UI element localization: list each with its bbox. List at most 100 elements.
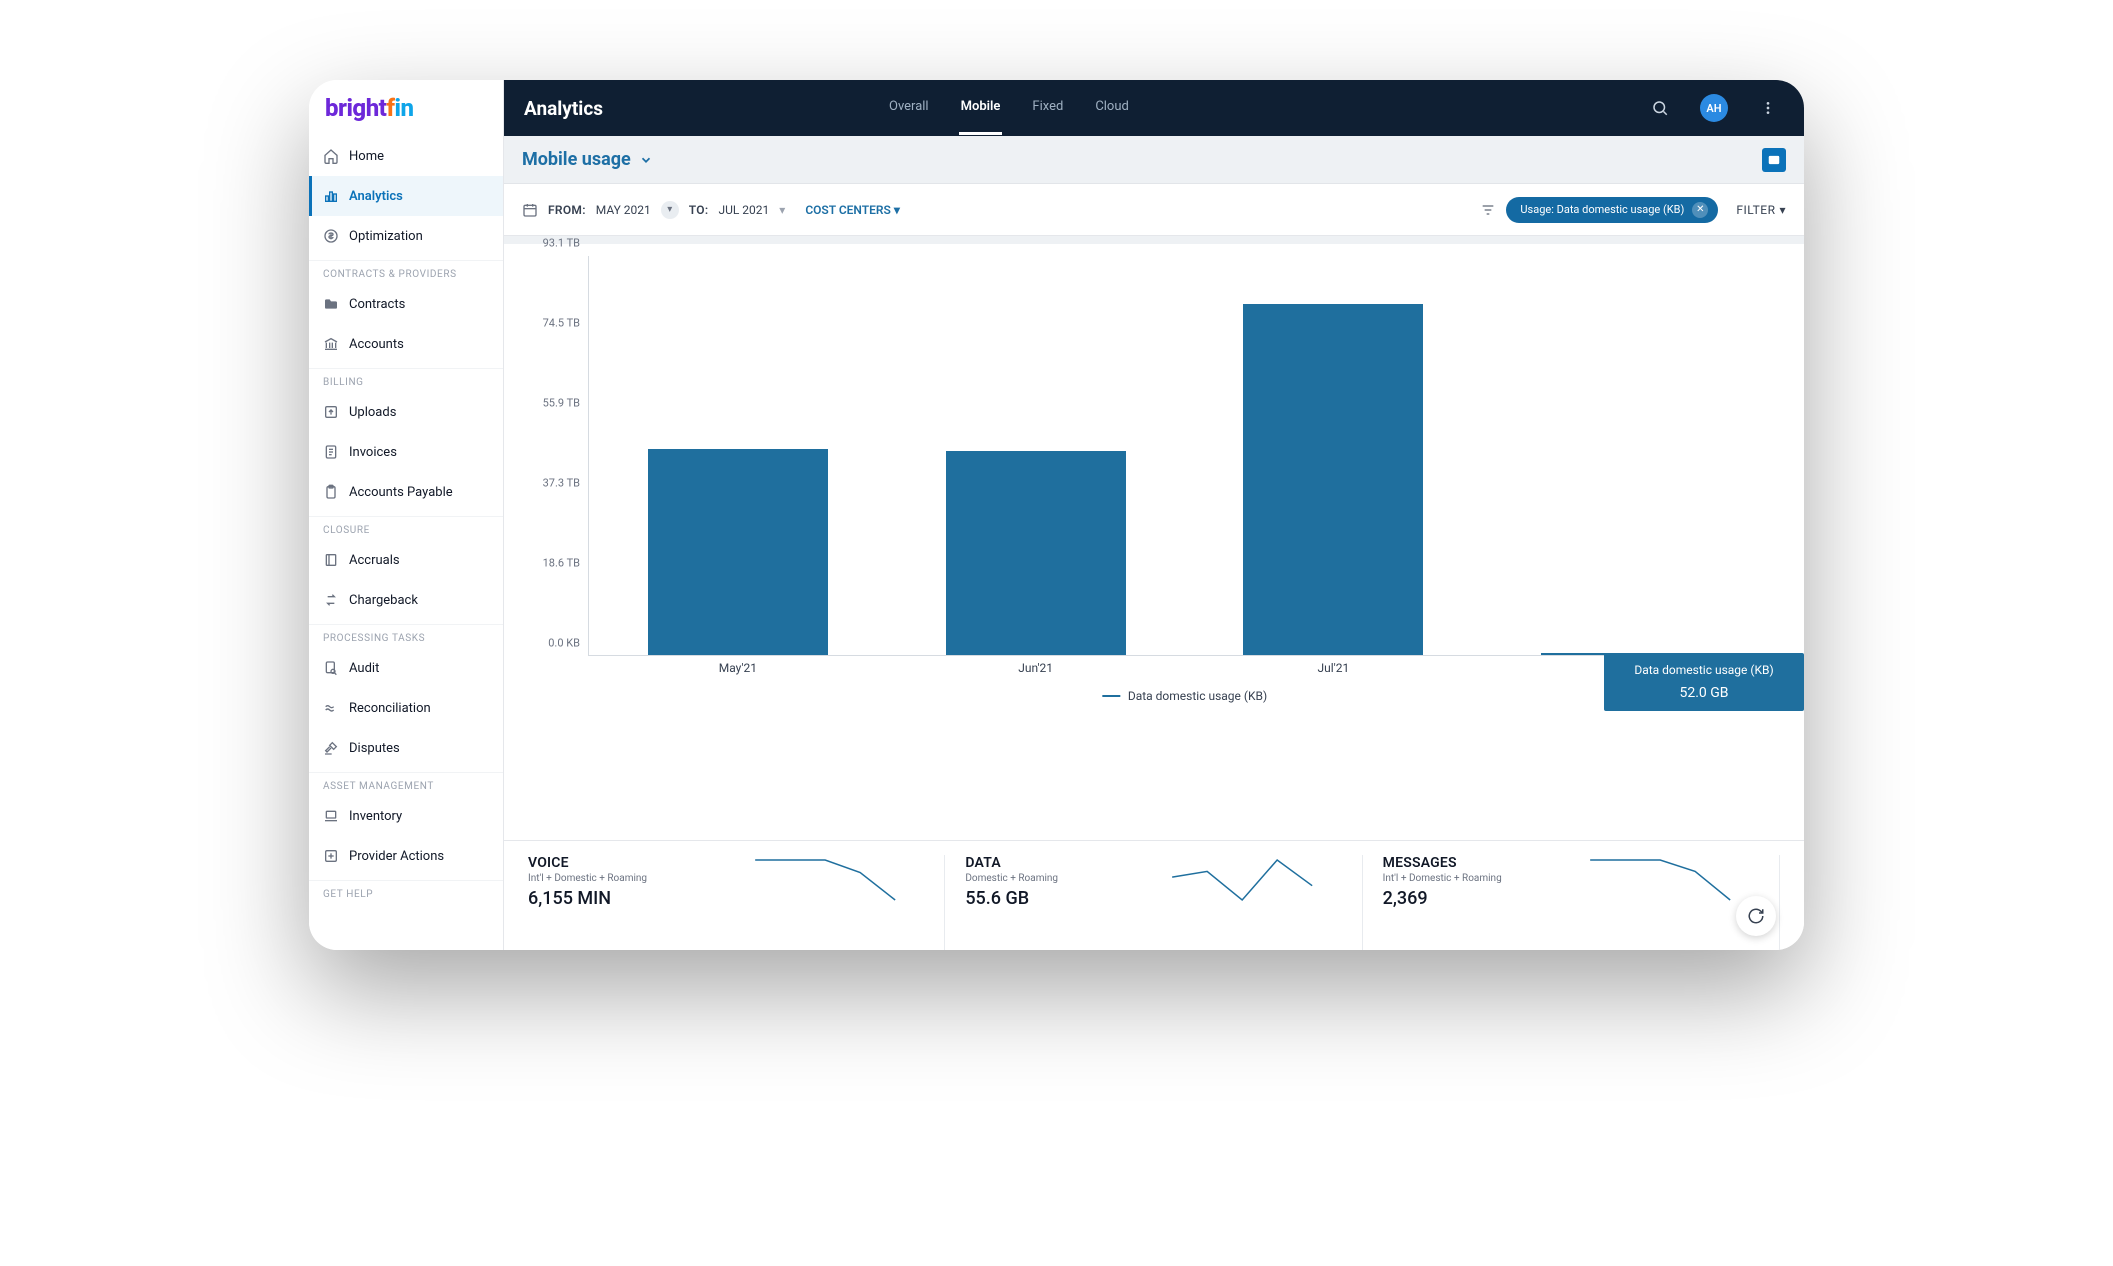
- chart-bar[interactable]: [648, 449, 828, 655]
- sidebar-item-label: Reconciliation: [349, 701, 431, 716]
- sidebar-item-label: Chargeback: [349, 593, 418, 608]
- sidebar-item-label: Accounts: [349, 337, 404, 352]
- sidebar-item-uploads[interactable]: Uploads: [309, 392, 503, 432]
- sidebar-item-provider-actions[interactable]: Provider Actions: [309, 836, 503, 876]
- to-label: TO:: [689, 203, 709, 217]
- sparkline: [726, 855, 924, 905]
- search-doc-icon: [323, 660, 339, 676]
- cost-centers-label: COST CENTERS: [805, 203, 891, 217]
- x-tick: Jul'21: [1318, 661, 1350, 675]
- sidebar-item-audit[interactable]: Audit: [309, 648, 503, 688]
- sidebar-section-title: ASSET MANAGEMENT: [309, 772, 503, 796]
- y-tick: 93.1 TB: [543, 237, 580, 250]
- sidebar-item-label: Home: [349, 149, 384, 164]
- sidebar-item-contracts[interactable]: Contracts: [309, 284, 503, 324]
- kpi-subtitle: Int'l + Domestic + Roaming: [528, 873, 708, 884]
- y-tick: 55.9 TB: [543, 397, 580, 410]
- kpi-title: VOICE: [528, 855, 708, 871]
- x-tick: Jun'21: [1018, 661, 1053, 675]
- kpi-subtitle: Domestic + Roaming: [965, 873, 1125, 884]
- kpi-subtitle: Int'l + Domestic + Roaming: [1383, 873, 1543, 884]
- layout-toggle-icon[interactable]: [1762, 148, 1786, 172]
- dollar-icon: [323, 228, 339, 244]
- kpi-card-data[interactable]: DATA Domestic + Roaming 55.6 GB: [945, 855, 1362, 950]
- sidebar-item-label: Accounts Payable: [349, 485, 453, 500]
- sidebar-item-analytics[interactable]: Analytics: [309, 176, 503, 216]
- sidebar-item-label: Audit: [349, 661, 379, 676]
- chart-bar[interactable]: [946, 451, 1126, 655]
- gavel-icon: [323, 740, 339, 756]
- tooltip-value: 52.0 GB: [1622, 685, 1786, 701]
- chart-bar[interactable]: [1243, 304, 1423, 655]
- calendar-icon[interactable]: [522, 202, 538, 218]
- tab-cloud[interactable]: Cloud: [1093, 81, 1131, 135]
- brand-logo: brightfin: [309, 80, 503, 136]
- sidebar-item-disputes[interactable]: Disputes: [309, 728, 503, 768]
- chevron-down-icon[interactable]: [639, 153, 653, 167]
- avatar[interactable]: AH: [1700, 94, 1728, 122]
- sidebar-item-accounts-payable[interactable]: Accounts Payable: [309, 472, 503, 512]
- sidebar-item-label: Optimization: [349, 229, 423, 244]
- reverse-icon: [323, 592, 339, 608]
- from-dropdown-icon[interactable]: ▾: [661, 201, 679, 219]
- kpi-card-voice[interactable]: VOICE Int'l + Domestic + Roaming 6,155 M…: [528, 855, 945, 950]
- tooltip-title: Data domestic usage (KB): [1622, 663, 1786, 677]
- subheader: Mobile usage: [504, 136, 1804, 184]
- sidebar-item-chargeback[interactable]: Chargeback: [309, 580, 503, 620]
- cost-centers-dropdown[interactable]: COST CENTERS ▾: [805, 203, 900, 217]
- sparkline: [1561, 855, 1759, 905]
- sidebar-item-invoices[interactable]: Invoices: [309, 432, 503, 472]
- chart-legend: Data domestic usage (KB): [1102, 689, 1267, 703]
- sidebar-section-title: CONTRACTS & PROVIDERS: [309, 260, 503, 284]
- divider-strip: [504, 236, 1804, 244]
- plus-box-icon: [323, 848, 339, 864]
- close-icon[interactable]: ✕: [1692, 202, 1708, 218]
- chart-plot[interactable]: May'21Jun'21Jul'21Current Data domestic …: [588, 256, 1780, 656]
- page-title: Analytics: [524, 97, 603, 120]
- filter-button[interactable]: FILTER ▾: [1736, 203, 1786, 217]
- refresh-button[interactable]: [1736, 896, 1776, 936]
- chart-bar[interactable]: [1541, 653, 1721, 655]
- sidebar-item-accounts[interactable]: Accounts: [309, 324, 503, 364]
- subheader-title[interactable]: Mobile usage: [522, 149, 631, 170]
- sidebar-item-inventory[interactable]: Inventory: [309, 796, 503, 836]
- topbar: Analytics Overall Mobile Fixed Cloud AH: [504, 80, 1804, 136]
- kebab-menu-icon[interactable]: [1752, 92, 1784, 124]
- sidebar-item-reconciliation[interactable]: Reconciliation: [309, 688, 503, 728]
- sidebar-item-label: Inventory: [349, 809, 402, 824]
- sidebar-item-accruals[interactable]: Accruals: [309, 540, 503, 580]
- filter-row: FROM: MAY 2021 ▾ TO: JUL 2021 ▾ COST CEN…: [504, 184, 1804, 236]
- kpi-title: DATA: [965, 855, 1125, 871]
- y-tick: 74.5 TB: [543, 317, 580, 330]
- brand-part1: bright: [325, 94, 386, 122]
- folder-icon: [323, 296, 339, 312]
- chart-area: 0.0 KB18.6 TB37.3 TB55.9 TB74.5 TB93.1 T…: [504, 244, 1804, 778]
- sidebar-item-label: Disputes: [349, 741, 400, 756]
- approx-icon: [323, 700, 339, 716]
- kpi-card-messages[interactable]: MESSAGES Int'l + Domestic + Roaming 2,36…: [1363, 855, 1780, 950]
- sidebar-item-label: Analytics: [349, 189, 403, 204]
- x-axis-labels: May'21Jun'21Jul'21Current: [589, 661, 1780, 681]
- tab-overall[interactable]: Overall: [887, 81, 931, 135]
- funnel-icon[interactable]: [1480, 202, 1496, 218]
- sidebar-section-title: CLOSURE: [309, 516, 503, 540]
- y-tick: 37.3 TB: [543, 477, 580, 490]
- sidebar: brightfin Home Analytics Optimization CONT…: [309, 80, 504, 950]
- y-axis: 0.0 KB18.6 TB37.3 TB55.9 TB74.5 TB93.1 T…: [528, 256, 588, 656]
- search-icon[interactable]: [1644, 92, 1676, 124]
- sidebar-section-title: GET HELP: [309, 880, 503, 904]
- filter-button-label: FILTER: [1736, 203, 1775, 217]
- invoice-icon: [323, 444, 339, 460]
- tab-mobile[interactable]: Mobile: [959, 81, 1003, 135]
- sidebar-item-home[interactable]: Home: [309, 136, 503, 176]
- filter-chip-usage[interactable]: Usage: Data domestic usage (KB) ✕: [1506, 197, 1718, 223]
- sidebar-section-title: BILLING: [309, 368, 503, 392]
- kpi-value: 6,155 MIN: [528, 888, 708, 909]
- from-label: FROM:: [548, 203, 586, 217]
- to-value[interactable]: JUL 2021: [718, 203, 769, 217]
- sidebar-item-optimization[interactable]: Optimization: [309, 216, 503, 256]
- brand-part3: in: [395, 94, 414, 122]
- tab-fixed[interactable]: Fixed: [1030, 81, 1065, 135]
- from-value[interactable]: MAY 2021: [596, 203, 651, 217]
- to-dropdown-icon[interactable]: ▾: [779, 203, 785, 217]
